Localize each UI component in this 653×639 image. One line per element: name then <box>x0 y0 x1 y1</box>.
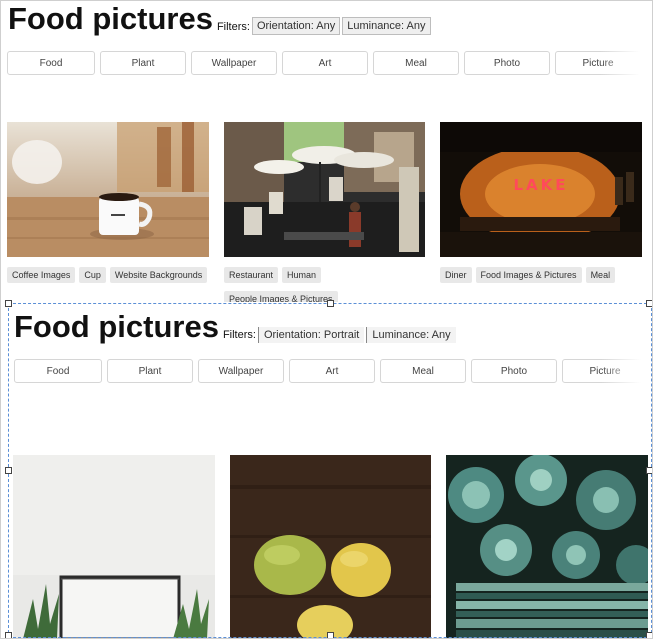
page-title: Food pictures <box>8 1 213 36</box>
resize-handle-bottom-left[interactable] <box>5 632 12 639</box>
orientation-filter-button[interactable]: Orientation: Portrait <box>257 327 365 343</box>
luminance-filter-button[interactable]: Luminance: Any <box>342 17 431 35</box>
chip-coffee-images[interactable]: Coffee Images <box>7 267 76 283</box>
resize-handle-top-left[interactable] <box>5 300 12 307</box>
resize-handle-bottom-right[interactable] <box>646 632 653 639</box>
tag-art[interactable]: Art <box>282 51 368 75</box>
tag-bar: Food Plant Wallpaper Art Meal Photo Pict… <box>7 51 640 77</box>
chip-cup[interactable]: Cup <box>79 267 106 283</box>
chip-restaurant[interactable]: Restaurant <box>224 267 279 283</box>
tag-food[interactable]: Food <box>7 51 95 75</box>
photo-card-citrus[interactable] <box>230 455 431 639</box>
tag-meal[interactable]: Meal <box>380 359 466 383</box>
resize-handle-bottom[interactable] <box>327 632 334 639</box>
neon-sign-text: LAKE <box>513 176 568 194</box>
luminance-filter-button[interactable]: Luminance: Any <box>366 327 456 343</box>
filters-label: Filters: <box>216 21 250 33</box>
top-gallery-view: Food pictures Filters: Orientation: Any … <box>0 0 653 302</box>
tag-wallpaper[interactable]: Wallpaper <box>198 359 284 383</box>
tag-plant[interactable]: Plant <box>107 359 193 383</box>
bottom-gallery-view: Food pictures Filters: Orientation: Port… <box>0 302 653 639</box>
tag-bar: Food Plant Wallpaper Art Meal Photo Pict… <box>14 359 641 385</box>
photo-tags-market: Restaurant Human People Images & Pictures <box>224 265 429 302</box>
photo-tags-coffee: Coffee Images Cup Website Backgrounds <box>7 265 212 289</box>
photo-card-market[interactable] <box>224 122 425 257</box>
resize-handle-top-right[interactable] <box>646 300 653 307</box>
photo-card-coffee[interactable] <box>7 122 209 257</box>
chip-people-images[interactable]: People Images & Pictures <box>224 291 338 302</box>
tag-photo[interactable]: Photo <box>471 359 557 383</box>
photo-card-diner[interactable]: LAKE <box>440 122 642 257</box>
chip-meal[interactable]: Meal <box>585 267 616 283</box>
filters-label: Filters: <box>222 329 256 341</box>
tag-plant[interactable]: Plant <box>100 51 186 75</box>
photo-tags-diner: Diner Food Images & Pictures Meal <box>440 265 645 289</box>
tag-bar-fade <box>601 359 641 385</box>
chip-human[interactable]: Human <box>282 267 322 283</box>
photo-card-frame[interactable] <box>13 455 215 639</box>
chip-food-images[interactable]: Food Images & Pictures <box>475 267 582 283</box>
resize-handle-left[interactable] <box>5 467 12 474</box>
resize-handle-right[interactable] <box>646 467 653 474</box>
tag-food[interactable]: Food <box>14 359 102 383</box>
tag-art[interactable]: Art <box>289 359 375 383</box>
tag-meal[interactable]: Meal <box>373 51 459 75</box>
page-title: Food pictures <box>14 309 219 344</box>
tag-bar-fade <box>600 51 640 77</box>
photo-card-succulents[interactable] <box>446 455 648 639</box>
tag-photo[interactable]: Photo <box>464 51 550 75</box>
header: Food pictures Filters: Orientation: Port… <box>14 310 456 344</box>
chip-diner[interactable]: Diner <box>440 267 472 283</box>
tag-wallpaper[interactable]: Wallpaper <box>191 51 277 75</box>
orientation-filter-button[interactable]: Orientation: Any <box>251 17 341 35</box>
chip-website-backgrounds[interactable]: Website Backgrounds <box>109 267 208 283</box>
header: Food pictures Filters: Orientation: Any … <box>8 2 431 36</box>
resize-handle-top[interactable] <box>327 300 334 307</box>
